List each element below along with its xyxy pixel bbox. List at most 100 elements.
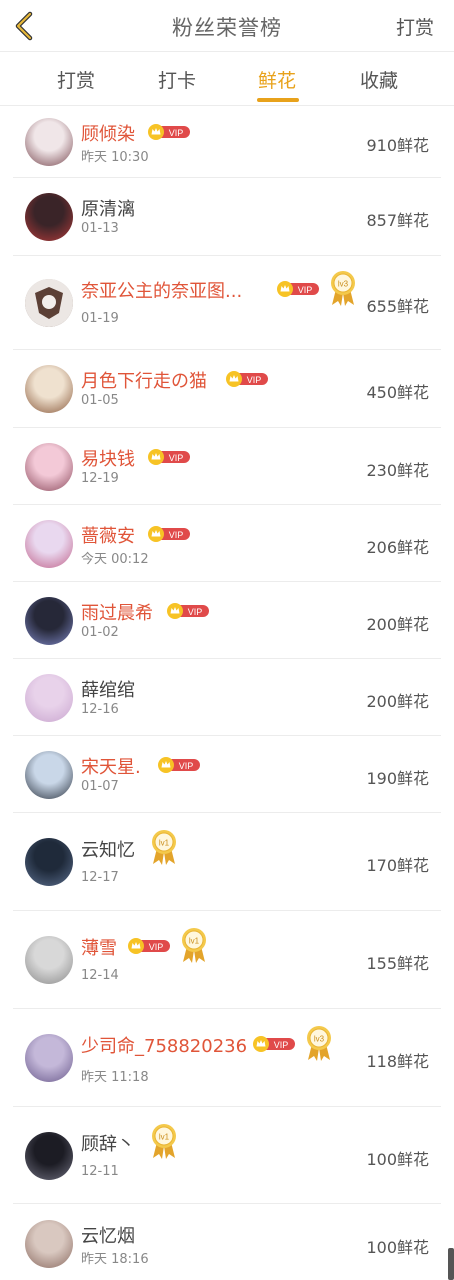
- crown-icon: VIP: [147, 124, 190, 140]
- vip-label: VIP: [297, 285, 312, 295]
- timestamp: 12-17: [81, 870, 119, 885]
- user-name[interactable]: 宋天星.: [81, 753, 141, 779]
- page-title: 粉丝荣誉榜: [172, 16, 282, 40]
- timestamp: 01-19: [81, 311, 119, 326]
- vip-label: VIP: [273, 1040, 288, 1050]
- avatar[interactable]: [25, 519, 73, 568]
- flower-count: 170鲜花: [366, 856, 429, 875]
- crown-icon: VIP: [147, 448, 190, 465]
- vip-badge: VIP: [158, 756, 200, 773]
- avatar[interactable]: [25, 193, 73, 241]
- crown-icon: VIP: [158, 756, 200, 773]
- vip-label: VIP: [149, 942, 164, 952]
- flower-count: 155鲜花: [366, 954, 429, 973]
- reward-button[interactable]: 打赏: [396, 13, 434, 40]
- vip-label: VIP: [168, 128, 183, 138]
- vip-badge: VIP: [147, 448, 190, 465]
- vip-label: VIP: [246, 375, 261, 385]
- avatar[interactable]: [25, 1131, 73, 1180]
- user-name[interactable]: 少司命_758820236: [81, 1032, 247, 1058]
- list-item[interactable]: 薛绾绾 12-16 200鲜花: [13, 659, 441, 736]
- list-item[interactable]: 月色下行走の猫 VIP 01-05 450鲜花: [13, 350, 441, 428]
- user-name[interactable]: 顾辞丶: [81, 1130, 135, 1156]
- user-name[interactable]: 易块钱: [81, 445, 135, 471]
- flower-count: 190鲜花: [366, 768, 429, 788]
- crown-icon: VIP: [128, 938, 170, 954]
- timestamp: 昨天 18:16: [81, 1252, 149, 1267]
- avatar[interactable]: [25, 442, 73, 491]
- top-bar: 粉丝荣誉榜 打赏: [0, 0, 454, 52]
- crown-icon: VIP: [147, 525, 190, 542]
- user-name[interactable]: 顾倾染: [81, 120, 135, 146]
- user-name[interactable]: 原清漓: [81, 195, 135, 221]
- user-name[interactable]: 月色下行走の猫: [81, 367, 207, 393]
- list-item[interactable]: 薄雪 VIP lv1 12-14 155鲜花: [13, 911, 441, 1009]
- list-item[interactable]: 易块钱 VIP 12-19 230鲜花: [13, 428, 441, 505]
- avatar[interactable]: [25, 750, 73, 799]
- avatar[interactable]: [25, 1034, 73, 1082]
- user-name[interactable]: 薛绾绾: [81, 676, 135, 702]
- timestamp: 12-19: [81, 470, 119, 486]
- tab-reward[interactable]: 打赏: [36, 66, 116, 93]
- flower-count: 206鲜花: [366, 537, 429, 557]
- timestamp: 今天 00:12: [81, 551, 149, 567]
- scrollbar[interactable]: [448, 1248, 454, 1280]
- vip-label: VIP: [188, 607, 203, 617]
- user-name[interactable]: 雨过晨希: [81, 599, 153, 625]
- list-item[interactable]: 顾倾染 VIP 昨天 10:30 910鲜花: [13, 106, 441, 178]
- user-name[interactable]: 蔷薇安: [81, 522, 135, 548]
- avatar[interactable]: [25, 118, 73, 166]
- avatar[interactable]: [25, 1220, 73, 1268]
- timestamp: 12-11: [81, 1163, 119, 1179]
- timestamp: 01-13: [81, 221, 119, 236]
- timestamp: 12-16: [81, 701, 119, 717]
- list-item[interactable]: 原清漓 01-13 857鲜花: [13, 178, 441, 256]
- list-item[interactable]: 云知忆 lv1 12-17 170鲜花: [13, 813, 441, 911]
- level-medal-icon: lv1: [148, 1122, 180, 1160]
- avatar[interactable]: [25, 936, 73, 984]
- timestamp: 昨天 10:30: [81, 150, 149, 165]
- flower-count: 910鲜花: [366, 136, 429, 155]
- flower-count: 200鲜花: [366, 614, 429, 634]
- medal-level: lv3: [337, 280, 348, 289]
- flower-count: 655鲜花: [366, 297, 429, 316]
- flower-count: 200鲜花: [366, 691, 429, 711]
- vip-badge: VIP: [147, 124, 190, 140]
- avatar[interactable]: [25, 838, 73, 886]
- vip-badge: VIP: [225, 371, 268, 387]
- avatar[interactable]: [25, 673, 73, 722]
- avatar[interactable]: [25, 596, 73, 645]
- medal-level: lv1: [158, 839, 169, 848]
- list-item[interactable]: 蔷薇安 VIP 今天 00:12 206鲜花: [13, 505, 441, 582]
- list-item[interactable]: 奈亚公主的奈亚图... VIP lv3 01-19 655鲜花: [13, 256, 441, 350]
- level-medal-icon: lv3: [327, 269, 359, 307]
- vip-badge: VIP: [252, 1036, 295, 1052]
- user-name[interactable]: 云忆烟: [81, 1222, 135, 1248]
- medal-level: lv1: [189, 937, 200, 946]
- list-item[interactable]: 宋天星. VIP 01-07 190鲜花: [13, 736, 441, 813]
- level-medal-icon: lv3: [303, 1024, 335, 1062]
- vip-badge: VIP: [167, 602, 209, 619]
- user-name[interactable]: 奈亚公主的奈亚图...: [81, 277, 242, 303]
- timestamp: 昨天 11:18: [81, 1070, 149, 1085]
- list-item[interactable]: 云忆烟 昨天 18:16 100鲜花: [13, 1204, 441, 1280]
- avatar[interactable]: [25, 279, 73, 327]
- user-name[interactable]: 薄雪: [81, 934, 117, 960]
- vip-badge: VIP: [128, 938, 170, 954]
- medal-level: lv1: [158, 1132, 169, 1141]
- avatar[interactable]: [25, 365, 73, 413]
- timestamp: 01-07: [81, 778, 119, 794]
- list-item[interactable]: 雨过晨希 VIP 01-02 200鲜花: [13, 582, 441, 659]
- tab-collect[interactable]: 收藏: [339, 66, 419, 93]
- user-name[interactable]: 云知忆: [81, 836, 135, 862]
- list-item[interactable]: 少司命_758820236 VIP lv3 昨天 11:18 118鲜花: [13, 1009, 441, 1107]
- vip-label: VIP: [179, 761, 194, 771]
- crown-icon: VIP: [276, 281, 319, 297]
- tab-flowers[interactable]: 鲜花: [237, 66, 317, 93]
- tab-checkin[interactable]: 打卡: [137, 66, 217, 93]
- list-item[interactable]: 顾辞丶 lv1 12-11 100鲜花: [13, 1107, 441, 1204]
- flower-count: 857鲜花: [366, 211, 429, 230]
- crown-icon: VIP: [252, 1036, 295, 1052]
- flower-count: 450鲜花: [366, 383, 429, 402]
- medal-level: lv3: [313, 1035, 324, 1044]
